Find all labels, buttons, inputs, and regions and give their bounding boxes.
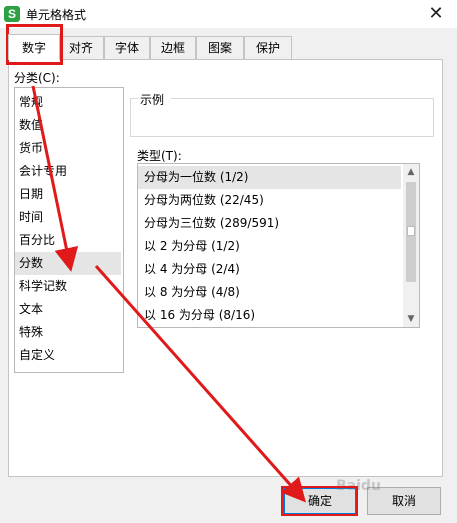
type-item[interactable]: 以 4 为分母 (2/4): [138, 258, 401, 281]
scroll-up-icon[interactable]: ▲: [403, 164, 419, 180]
close-icon[interactable]: ✕: [424, 2, 448, 26]
category-item-text[interactable]: 文本: [15, 298, 121, 321]
tab-pattern[interactable]: 图案: [196, 36, 244, 60]
type-item[interactable]: 以 16 为分母 (8/16): [138, 304, 401, 327]
scroll-down-icon[interactable]: ▼: [403, 311, 419, 327]
category-item-currency[interactable]: 货币: [15, 137, 121, 160]
category-item-number[interactable]: 数值: [15, 114, 121, 137]
type-list-scrollbar[interactable]: ▲ ▼: [403, 164, 419, 327]
category-item-custom[interactable]: 自定义: [15, 344, 121, 367]
category-item-time[interactable]: 时间: [15, 206, 121, 229]
category-item-fraction[interactable]: 分数: [15, 252, 121, 275]
dialog-title: 单元格格式: [26, 8, 87, 22]
type-item[interactable]: 分母为三位数 (289/591): [138, 212, 401, 235]
tab-number[interactable]: 数字: [8, 34, 60, 60]
category-list[interactable]: 常规 数值 货币 会计专用 日期 时间 百分比 分数 科学记数 文本 特殊 自定…: [14, 87, 124, 373]
category-item-accounting[interactable]: 会计专用: [15, 160, 121, 183]
scroll-thumb[interactable]: [406, 182, 416, 282]
tab-protection[interactable]: 保护: [244, 36, 292, 60]
category-item-percentage[interactable]: 百分比: [15, 229, 121, 252]
type-list[interactable]: 分母为一位数 (1/2) 分母为两位数 (22/45) 分母为三位数 (289/…: [137, 163, 420, 328]
category-label: 分类(C):: [14, 71, 60, 85]
type-item[interactable]: 分母为两位数 (22/45): [138, 189, 401, 212]
tab-alignment[interactable]: 对齐: [58, 36, 104, 60]
sample-label: 示例: [140, 93, 165, 107]
category-item-scientific[interactable]: 科学记数: [15, 275, 121, 298]
category-item-date[interactable]: 日期: [15, 183, 121, 206]
category-item-special[interactable]: 特殊: [15, 321, 121, 344]
scroll-grip: [407, 226, 415, 236]
category-item-general[interactable]: 常规: [15, 91, 121, 114]
type-label: 类型(T):: [137, 149, 182, 163]
type-item[interactable]: 以 8 为分母 (4/8): [138, 281, 401, 304]
sample-preview-box: [130, 98, 434, 137]
type-item[interactable]: 以 2 为分母 (1/2): [138, 235, 401, 258]
type-item[interactable]: 分母为一位数 (1/2): [138, 166, 401, 189]
tab-font[interactable]: 字体: [104, 36, 150, 60]
app-icon: S: [4, 6, 20, 22]
title-bar: S 单元格格式 ✕: [0, 0, 457, 28]
tab-border[interactable]: 边框: [150, 36, 196, 60]
highlight-box-ok: [281, 486, 358, 516]
